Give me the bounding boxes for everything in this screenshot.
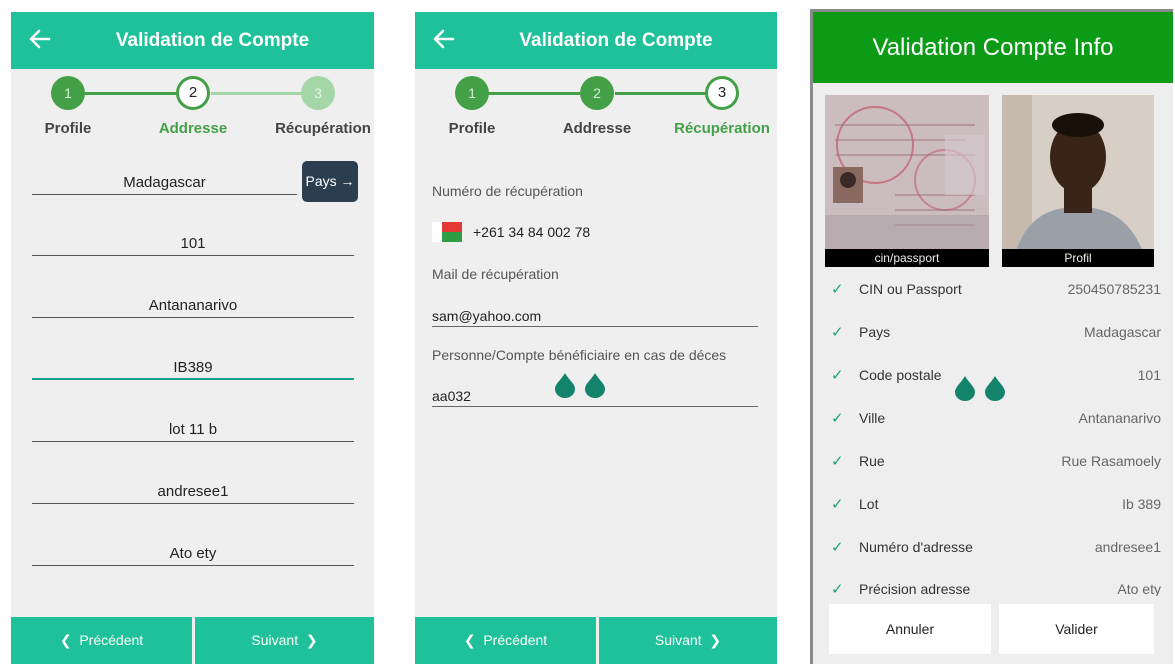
next-button[interactable]: Suivant ❯ xyxy=(195,617,374,664)
info-value: Ato ety xyxy=(1117,581,1161,596)
beneficiary-input[interactable]: aa032 xyxy=(432,388,471,404)
info-value: Rue Rasamoely xyxy=(1061,453,1161,469)
pays-button-label: Pays xyxy=(305,173,337,189)
step-3[interactable]: 3 xyxy=(301,76,335,110)
screen-address: Validation de Compte 1 2 3 Profile Addre… xyxy=(11,12,374,664)
phone-label: Numéro de récupération xyxy=(432,183,583,199)
previous-button[interactable]: ❮ Précédent xyxy=(11,617,192,664)
check-icon: ✓ xyxy=(831,453,844,470)
next-label: Suivant xyxy=(251,632,299,648)
city-field[interactable]: Antananarivo xyxy=(32,294,354,318)
id-document-image xyxy=(825,95,989,267)
arrow-right-icon: → xyxy=(336,173,355,189)
id-photo[interactable]: cin/passport xyxy=(825,95,989,267)
screen-recovery: Validation de Compte 1 2 3 Profile Addre… xyxy=(415,12,777,664)
next-label: Suivant xyxy=(654,632,702,648)
step-label-profile: Profile xyxy=(448,120,496,137)
address-number-field[interactable]: andresee1 xyxy=(32,480,354,504)
info-row-address-precision: ✓ Précision adresse Ato ety xyxy=(831,578,1161,596)
step-label-recovery: Récupération xyxy=(275,120,371,137)
info-key: CIN ou Passport xyxy=(859,281,962,297)
check-icon: ✓ xyxy=(831,539,844,556)
info-value: Madagascar xyxy=(1083,324,1161,340)
stepper: 1 2 3 Profile Addresse Récupération xyxy=(415,76,777,137)
profile-photo-caption: Profil xyxy=(1002,249,1154,267)
info-value: 250450785231 xyxy=(1067,281,1161,297)
info-row-address-number: ✓ Numéro d'adresse andresee1 xyxy=(831,536,1161,564)
info-value: 101 xyxy=(1137,367,1161,383)
id-photo-caption: cin/passport xyxy=(825,249,989,267)
info-row-street: ✓ Rue Rue Rasamoely xyxy=(831,450,1161,478)
postal-code-field[interactable]: 101 xyxy=(32,232,354,256)
chevron-left-icon: ❮ xyxy=(59,632,80,648)
previous-label: Précédent xyxy=(79,632,144,648)
step-1[interactable]: 1 xyxy=(51,76,85,110)
info-key: Rue xyxy=(859,453,885,469)
step-3[interactable]: 3 xyxy=(705,76,739,110)
check-icon: ✓ xyxy=(831,281,844,298)
beneficiary-label: Personne/Compte bénéficiaire en cas de d… xyxy=(432,347,727,363)
screen-account-info: Validation Compte Info cin/passport Prof… xyxy=(810,9,1173,664)
mail-label: Mail de récupération xyxy=(432,266,559,282)
country-field[interactable]: Madagascar xyxy=(32,171,297,195)
drops-icon xyxy=(555,373,605,398)
check-icon: ✓ xyxy=(831,581,844,596)
info-key: Numéro d'adresse xyxy=(859,539,973,555)
info-row-country: ✓ Pays Madagascar xyxy=(831,321,1161,349)
app-bar: Validation de Compte xyxy=(11,12,374,69)
chevron-right-icon: ❯ xyxy=(701,632,722,648)
previous-label: Précédent xyxy=(483,632,548,648)
phone-input[interactable]: +261 34 84 002 78 xyxy=(473,224,590,240)
page-title: Validation Compte Info xyxy=(813,12,1173,83)
next-button[interactable]: Suivant ❯ xyxy=(599,617,777,664)
pays-button[interactable]: Pays → xyxy=(302,161,358,202)
address-precision-field[interactable]: Ato ety xyxy=(32,542,354,566)
step-1[interactable]: 1 xyxy=(455,76,489,110)
chevron-right-icon: ❯ xyxy=(298,632,318,648)
beneficiary-underline xyxy=(432,406,758,407)
page-title: Validation de Compte xyxy=(519,30,713,51)
page-title: Validation de Compte xyxy=(115,30,310,51)
info-key: Ville xyxy=(859,410,886,426)
check-icon: ✓ xyxy=(831,496,844,513)
info-row-lot: ✓ Lot Ib 389 xyxy=(831,493,1161,521)
check-icon: ✓ xyxy=(831,367,844,384)
cancel-button[interactable]: Annuler xyxy=(829,604,991,654)
info-key: Précision adresse xyxy=(859,581,971,596)
info-key: Lot xyxy=(859,496,879,512)
app-bar: Validation de Compte xyxy=(415,12,777,69)
info-key: Code postale xyxy=(859,367,942,383)
chevron-left-icon: ❮ xyxy=(463,632,484,648)
stepper: 1 2 3 Profile Addresse Récupération xyxy=(11,76,374,137)
profile-photo[interactable]: Profil xyxy=(1002,95,1154,267)
info-row-cin: ✓ CIN ou Passport 250450785231 xyxy=(831,278,1161,306)
check-icon: ✓ xyxy=(831,324,844,341)
info-value: Antananarivo xyxy=(1078,410,1161,426)
info-row-city: ✓ Ville Antananarivo xyxy=(831,407,1161,435)
street-field[interactable]: IB389 xyxy=(32,356,354,380)
info-value: andresee1 xyxy=(1094,539,1161,555)
step-2[interactable]: 2 xyxy=(580,76,614,110)
validate-button[interactable]: Valider xyxy=(999,604,1154,654)
drops-icon xyxy=(955,376,1005,401)
step-label-profile: Profile xyxy=(44,120,92,137)
info-key: Pays xyxy=(859,324,891,340)
mail-input[interactable]: sam@yahoo.com xyxy=(432,308,541,324)
lot-field[interactable]: lot 11 b xyxy=(32,418,354,442)
profile-image xyxy=(1002,95,1154,267)
madagascar-flag-icon[interactable] xyxy=(432,222,462,242)
step-2[interactable]: 2 xyxy=(176,76,210,110)
step-label-recovery: Récupération xyxy=(674,120,770,137)
previous-button[interactable]: ❮ Précédent xyxy=(415,617,596,664)
check-icon: ✓ xyxy=(831,410,844,427)
info-value: Ib 389 xyxy=(1122,496,1161,512)
mail-underline xyxy=(432,326,758,327)
step-label-address: Addresse xyxy=(562,120,632,137)
step-label-address: Addresse xyxy=(158,120,228,137)
